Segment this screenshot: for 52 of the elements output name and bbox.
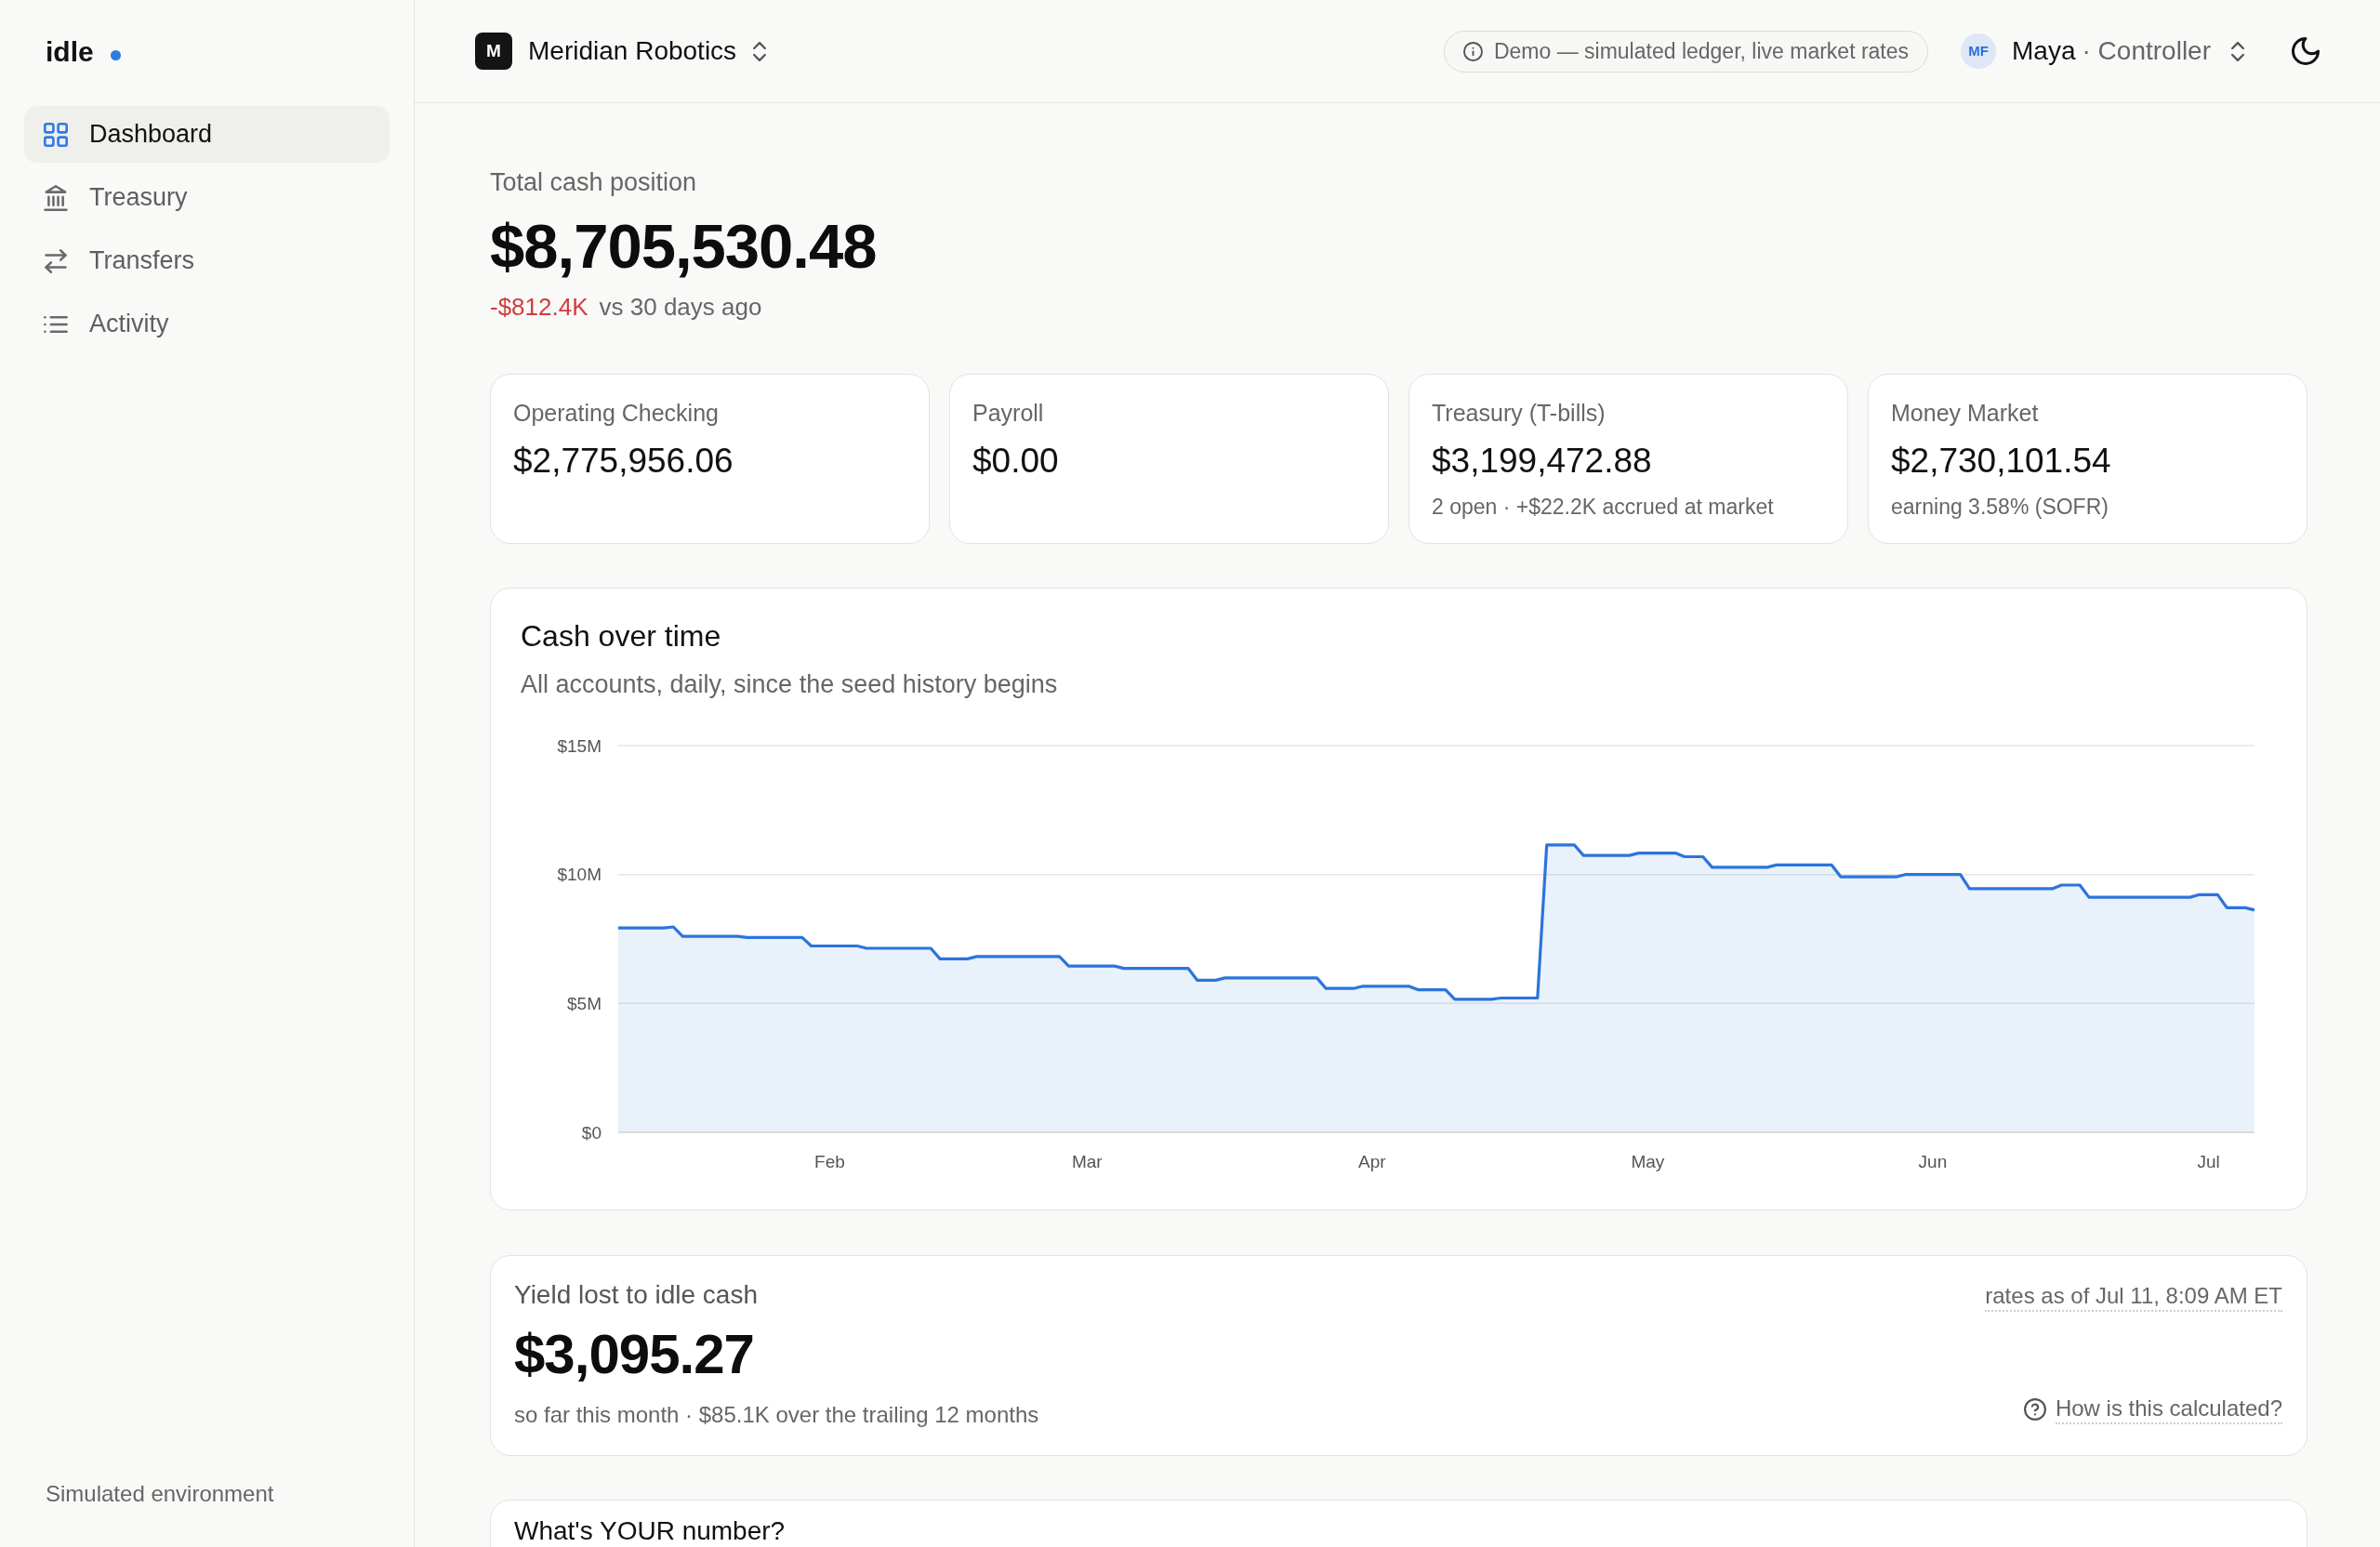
user-menu[interactable]: Maya · Controller (2012, 32, 2244, 71)
yield-title: Yield lost to idle cash (514, 1279, 759, 1311)
account-balance: $0.00 (972, 441, 1060, 482)
help-icon (2023, 1398, 2046, 1421)
account-balance: $2,730,101.54 (1891, 441, 2112, 482)
account-note: 2 open · +$22.2K accrued at market (1432, 494, 1775, 521)
account-name: Treasury (T-bills) (1432, 399, 1606, 428)
axis-label: $10M (557, 865, 602, 885)
axis-label: $15M (557, 735, 602, 756)
org-switcher[interactable]: Meridian Robotics (528, 32, 767, 71)
account-name: Money Market (1891, 399, 2040, 428)
nav-item[interactable]: Treasury (24, 169, 390, 226)
notice-text: Demo — simulated ledger, live market rates (1493, 38, 1910, 65)
account-balance: $3,199,472.88 (1432, 441, 1653, 482)
moon-icon (2292, 37, 2320, 65)
rates-note: rates as of Jul 11, 8:09 AM ET (1985, 1282, 2282, 1312)
nav-item[interactable]: Activity (24, 296, 390, 352)
nav-item[interactable]: Transfers (24, 232, 390, 289)
info-icon (1462, 41, 1483, 61)
yield-amount: $3,095.27 (514, 1324, 755, 1385)
axis-label: Feb (814, 1151, 845, 1171)
list-icon (44, 315, 68, 333)
grid-icon (44, 122, 68, 147)
axis-label: Mar (1071, 1151, 1103, 1171)
org-logo: M (475, 33, 512, 70)
chevron-up-down-icon (753, 41, 767, 61)
arrows-icon (45, 248, 67, 273)
change-amount: -$812.4K (490, 292, 588, 323)
axis-label: Jun (1918, 1151, 1948, 1171)
chevron-up-down-icon (2231, 41, 2244, 61)
total-label: Total cash position (490, 167, 698, 198)
account-name: Payroll (972, 399, 1045, 428)
axis-label: May (1631, 1151, 1665, 1171)
environment-note: Simulated environment (46, 1480, 275, 1508)
help-link[interactable]: How is this calculated? (2023, 1395, 2282, 1424)
card-title: What's YOUR number? (514, 1517, 787, 1545)
account-note: earning 3.58% (SOFR) (1891, 494, 2109, 521)
chart-title: Cash over time (521, 618, 722, 654)
axis-label: Jul (2197, 1151, 2220, 1171)
yield-detail: so far this month · $85.1K over the trailing 12 months (514, 1401, 1039, 1429)
logo: idle (46, 34, 94, 69)
total-amount: $8,705,530.48 (490, 213, 878, 280)
nav-item[interactable]: Dashboard (24, 106, 390, 163)
account-balance: $2,775,956.06 (513, 441, 734, 482)
axis-label: $5M (567, 993, 602, 1013)
axis-label: $0 (581, 1122, 602, 1143)
account-name: Operating Checking (513, 399, 720, 428)
change-note: vs 30 days ago (599, 292, 762, 323)
bank-icon (44, 184, 68, 211)
avatar: MF (1961, 33, 1997, 69)
axis-label: Apr (1358, 1151, 1386, 1171)
chart-subtitle: All accounts, daily, since the seed history begins (521, 669, 1059, 700)
